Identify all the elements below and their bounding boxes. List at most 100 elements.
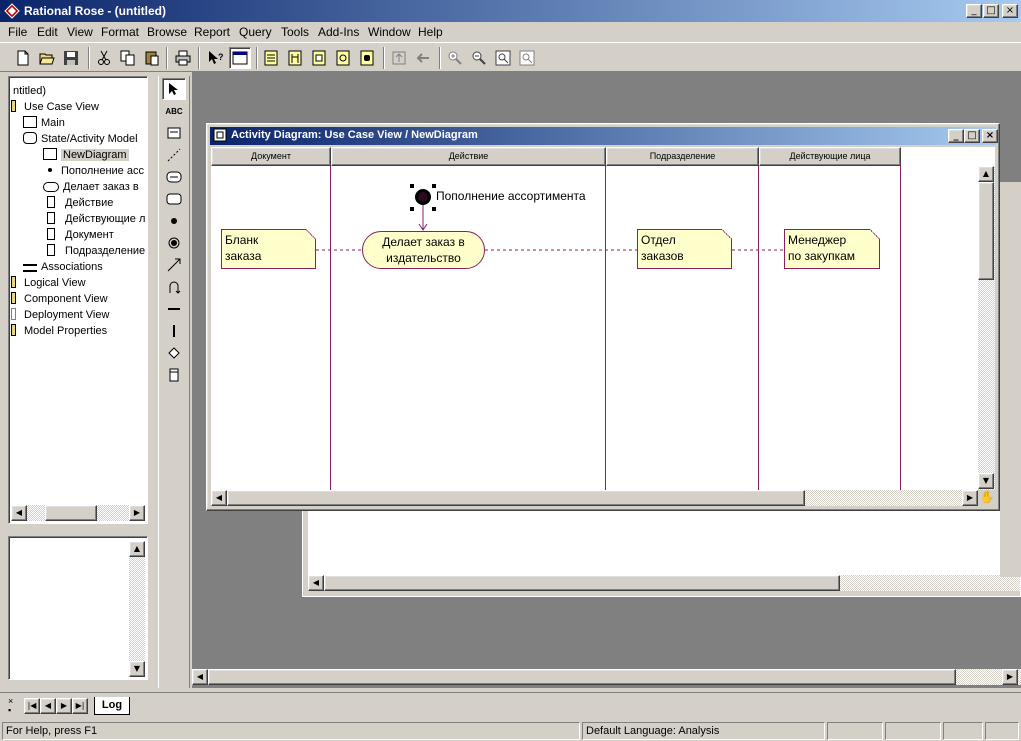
note-tool-icon[interactable] (162, 122, 186, 144)
menu-format[interactable]: Format (101, 25, 139, 39)
tree-item-state-activity-model[interactable]: State/Activity Model (23, 131, 138, 147)
scroll-thumb[interactable] (227, 490, 805, 506)
activity-diagram-window[interactable]: Activity Diagram: Use Case View / NewDia… (206, 123, 1000, 511)
tab-first-button[interactable]: |◀ (24, 698, 40, 714)
tree-item-component-view[interactable]: Component View (11, 291, 108, 307)
menu-view[interactable]: View (67, 25, 93, 39)
tree-item-swimlane-action[interactable]: Действие (43, 195, 113, 211)
state-tool-icon[interactable] (162, 188, 186, 210)
fit-window-icon[interactable] (492, 47, 514, 69)
tree-item-newdiagram[interactable]: NewDiagram (43, 147, 129, 163)
note-blank-zakaza[interactable]: Бланк заказа (221, 229, 316, 269)
copy-icon[interactable] (117, 47, 139, 69)
diagram-close-button[interactable]: × (982, 129, 998, 143)
tree-item-use-case-view[interactable]: Use Case View (11, 99, 99, 115)
scroll-up-button[interactable]: ▲ (129, 541, 145, 557)
view-doc-icon[interactable] (229, 47, 251, 69)
scroll-right-button[interactable]: ▶ (1002, 669, 1018, 685)
tab-next-button[interactable]: ▶ (56, 698, 72, 714)
scroll-down-button[interactable]: ▼ (129, 661, 145, 677)
scroll-right-button[interactable]: ▶ (962, 490, 978, 506)
interaction-diagram-icon[interactable] (284, 47, 306, 69)
note-otdel-zakazov[interactable]: Отдел заказов (637, 229, 732, 269)
print-icon[interactable] (172, 47, 194, 69)
start-state-icon[interactable] (162, 210, 186, 232)
undo-fit-icon[interactable] (516, 47, 538, 69)
background-vertical-scrollbar[interactable] (1000, 182, 1021, 577)
app-title-bar[interactable]: Rational Rose - (untitled) _ □ × (0, 0, 1021, 22)
open-icon[interactable] (36, 47, 58, 69)
tree-item-associations[interactable]: Associations (23, 259, 103, 275)
new-icon[interactable] (12, 47, 34, 69)
menu-help[interactable]: Help (418, 25, 443, 39)
model-browser[interactable]: ntitled) Use Case View Main State/Activi… (8, 76, 148, 524)
horizontal-sync-icon[interactable] (162, 298, 186, 320)
decision-icon[interactable] (162, 342, 186, 364)
paste-icon[interactable] (141, 47, 163, 69)
scroll-thumb[interactable] (324, 575, 840, 591)
scroll-thumb[interactable] (45, 505, 97, 521)
tab-last-button[interactable]: ▶| (72, 698, 88, 714)
cut-icon[interactable] (93, 47, 115, 69)
text-tool-icon[interactable]: ABC (162, 100, 186, 122)
state-diagram-icon[interactable] (356, 47, 378, 69)
menu-report[interactable]: Report (194, 25, 230, 39)
browse-previous-icon[interactable] (412, 47, 434, 69)
tree-item-activity[interactable]: Делает заказ в (43, 179, 139, 195)
swimlane-icon[interactable] (162, 364, 186, 386)
component-diagram-icon[interactable] (308, 47, 330, 69)
scroll-down-button[interactable]: ▼ (978, 473, 994, 489)
tree-item-start-state[interactable]: Пополнение асс (43, 163, 144, 179)
scroll-thumb[interactable] (978, 182, 994, 280)
tree-item-root[interactable]: ntitled) (13, 83, 46, 99)
tree-item-main[interactable]: Main (23, 115, 65, 131)
tab-log[interactable]: Log (94, 697, 130, 715)
note-menedzher-po-zakupkam[interactable]: Менеджер по закупкам (784, 229, 880, 269)
diagram-maximize-button[interactable]: □ (964, 129, 980, 143)
scroll-left-button[interactable]: ◀ (192, 669, 208, 685)
menu-file[interactable]: File (8, 25, 27, 39)
transition-icon[interactable] (162, 254, 186, 276)
diagram-title-bar[interactable]: Activity Diagram: Use Case View / NewDia… (210, 127, 998, 145)
menu-tools[interactable]: Tools (281, 25, 309, 39)
hand-grab-icon[interactable]: ✋ (979, 490, 995, 506)
scroll-right-button[interactable]: ▶ (129, 505, 145, 521)
scroll-left-button[interactable]: ◀ (308, 575, 324, 591)
activity-place-order[interactable]: Делает заказ в издательство (362, 231, 485, 269)
scroll-left-button[interactable]: ◀ (11, 505, 27, 521)
log-close-icon[interactable]: × ▪ (8, 697, 18, 715)
browse-parent-icon[interactable] (388, 47, 410, 69)
deployment-diagram-icon[interactable] (332, 47, 354, 69)
menu-query[interactable]: Query (239, 25, 272, 39)
end-state-icon[interactable] (162, 232, 186, 254)
menu-add-ins[interactable]: Add-Ins (318, 25, 359, 39)
diagram-minimize-button[interactable]: _ (948, 129, 964, 143)
vertical-sync-icon[interactable] (162, 320, 186, 342)
menu-window[interactable]: Window (368, 25, 411, 39)
menu-edit[interactable]: Edit (37, 25, 58, 39)
tree-item-model-properties[interactable]: Model Properties (11, 323, 107, 339)
anchor-note-icon[interactable] (162, 144, 186, 166)
tree-item-swimlane-document[interactable]: Документ (43, 227, 114, 243)
diagram-canvas[interactable]: Документ Действие Подразделение Действую… (211, 147, 995, 490)
tree-item-logical-view[interactable]: Logical View (11, 275, 86, 291)
activity-tool-icon[interactable] (162, 166, 186, 188)
tree-item-swimlane-actors[interactable]: Действующие л (43, 211, 145, 227)
select-tool-icon[interactable] (162, 78, 186, 100)
scroll-up-button[interactable]: ▲ (978, 166, 994, 182)
class-diagram-icon[interactable] (260, 47, 282, 69)
minimize-button[interactable]: _ (966, 4, 982, 18)
tab-previous-button[interactable]: ◀ (40, 698, 56, 714)
start-state-label[interactable]: Пополнение ассортимента (436, 189, 586, 203)
zoom-in-icon[interactable] (444, 47, 466, 69)
menu-browse[interactable]: Browse (147, 25, 187, 39)
zoom-out-icon[interactable] (468, 47, 490, 69)
maximize-button[interactable]: □ (983, 4, 999, 18)
close-button[interactable]: × (1002, 4, 1018, 18)
context-help-icon[interactable]: ? (205, 47, 227, 69)
doc-vertical-scrollbar[interactable] (129, 541, 145, 677)
tree-item-deployment-view[interactable]: Deployment View (11, 307, 109, 323)
documentation-window[interactable]: ▲ ▼ (8, 536, 148, 680)
tree-item-swimlane-department[interactable]: Подразделение (43, 243, 145, 259)
scroll-thumb[interactable] (208, 669, 956, 685)
